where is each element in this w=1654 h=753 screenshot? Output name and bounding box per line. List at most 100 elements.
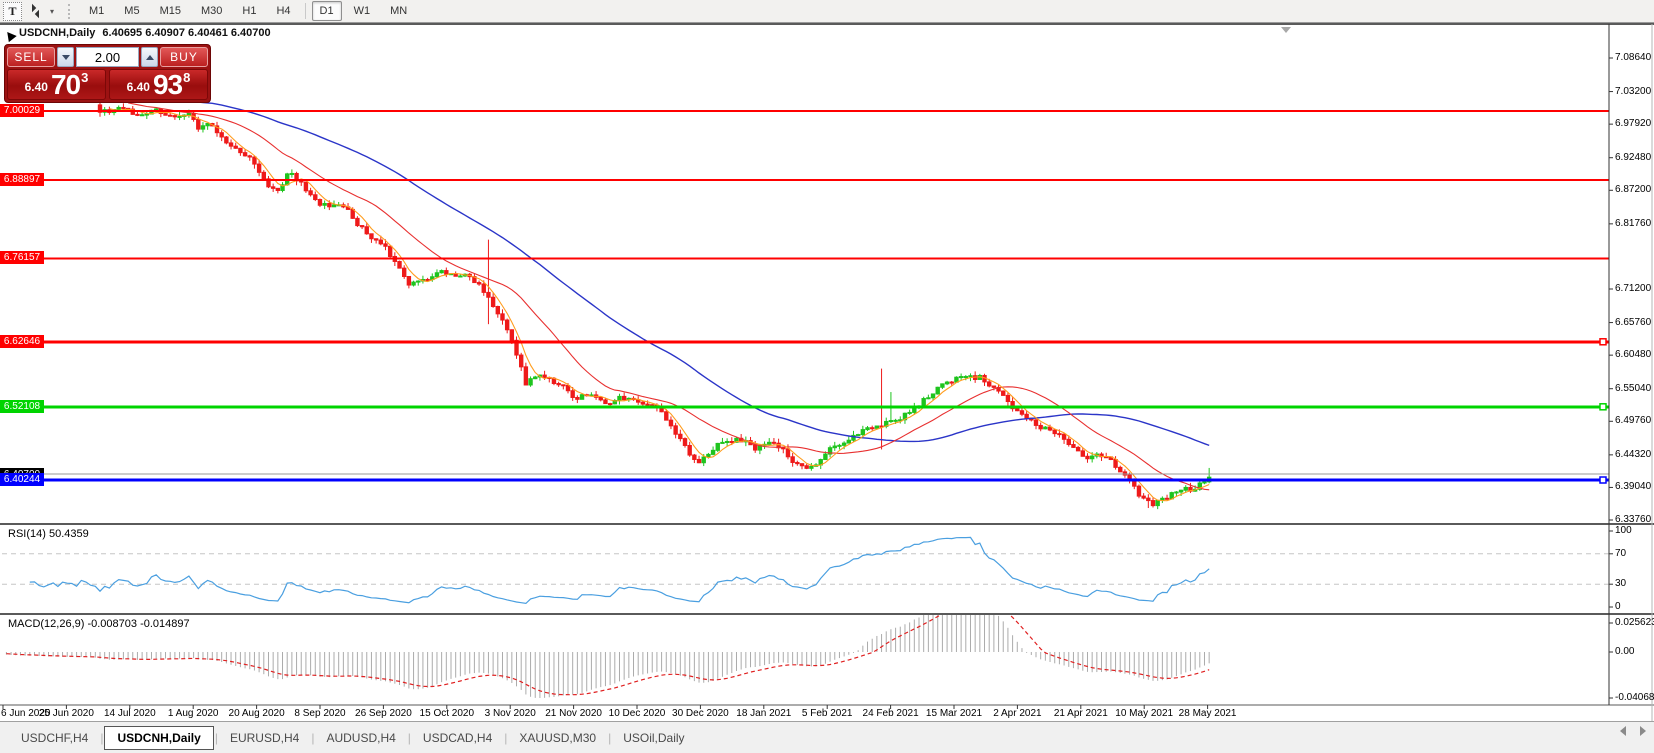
candle-body bbox=[117, 107, 120, 109]
candle-body bbox=[969, 376, 972, 377]
candle-body bbox=[716, 443, 719, 450]
macd-pane[interactable] bbox=[6, 596, 1209, 698]
candle-body bbox=[201, 126, 204, 129]
timeframe-button-h4[interactable]: H4 bbox=[268, 1, 298, 21]
volume-input[interactable] bbox=[76, 47, 139, 67]
candle-body bbox=[669, 420, 672, 426]
candle-body bbox=[786, 449, 789, 457]
candle-body bbox=[1114, 460, 1117, 468]
candle-body bbox=[304, 182, 307, 191]
toolbar-grip[interactable] bbox=[68, 4, 73, 19]
timeframe-button-m15[interactable]: M15 bbox=[152, 1, 189, 21]
chart-tab-usoil[interactable]: USOil,Daily bbox=[612, 727, 695, 749]
candle-body bbox=[861, 430, 864, 435]
candle-body bbox=[1002, 391, 1005, 395]
arrow-objects-icon[interactable] bbox=[26, 3, 48, 20]
candle-body bbox=[234, 146, 237, 148]
candle-body bbox=[262, 172, 265, 178]
candle-body bbox=[206, 124, 209, 126]
candle-body bbox=[496, 306, 499, 313]
candle-body bbox=[1165, 498, 1168, 499]
line-handle[interactable] bbox=[1600, 404, 1606, 410]
candle-body bbox=[271, 187, 274, 189]
candle-body bbox=[721, 442, 724, 443]
chart-shift-marker[interactable] bbox=[1281, 27, 1291, 33]
chevron-down-icon[interactable]: ▾ bbox=[50, 7, 60, 16]
rsi-pane[interactable] bbox=[2, 537, 1609, 603]
volume-increase-button[interactable] bbox=[141, 47, 158, 67]
buy-button[interactable]: BUY bbox=[160, 47, 208, 67]
timeframe-button-m1[interactable]: M1 bbox=[81, 1, 112, 21]
triangle-up-icon bbox=[146, 55, 154, 60]
candle-body bbox=[356, 218, 359, 225]
text-tool-button[interactable]: T bbox=[3, 2, 22, 21]
chart-tab-audusd[interactable]: AUDUSD,H4 bbox=[315, 727, 406, 749]
candle-body bbox=[796, 462, 799, 463]
candle-body bbox=[257, 164, 260, 172]
sell-button[interactable]: SELL bbox=[7, 47, 55, 67]
candle-body bbox=[856, 435, 859, 436]
line-handle[interactable] bbox=[2, 339, 8, 345]
candle-body bbox=[1203, 482, 1206, 483]
candle-body bbox=[1067, 439, 1070, 444]
sell-price-pips: 70 bbox=[51, 71, 80, 98]
candle-body bbox=[290, 173, 293, 174]
chart-canvas[interactable] bbox=[0, 0, 1654, 753]
sell-price-point: 3 bbox=[81, 70, 88, 85]
chart-tab-usdcad[interactable]: USDCAD,H4 bbox=[412, 727, 503, 749]
candle-body bbox=[871, 428, 874, 429]
candle-body bbox=[711, 450, 714, 454]
candle-body bbox=[941, 384, 944, 387]
tab-scroll-right-icon[interactable] bbox=[1640, 726, 1646, 736]
candle-body bbox=[534, 377, 537, 379]
candle-body bbox=[931, 394, 934, 398]
candle-body bbox=[791, 457, 794, 463]
candle-body bbox=[964, 377, 967, 378]
candle-body bbox=[1016, 409, 1019, 411]
candle-body bbox=[557, 384, 560, 385]
line-handle[interactable] bbox=[1600, 477, 1606, 483]
timeframe-button-m5[interactable]: M5 bbox=[116, 1, 147, 21]
buy-price-pips: 93 bbox=[153, 71, 182, 98]
candle-body bbox=[417, 281, 420, 282]
candle-body bbox=[608, 404, 611, 405]
timeframe-button-m30[interactable]: M30 bbox=[193, 1, 230, 21]
candle-body bbox=[122, 107, 125, 108]
timeframe-button-d1[interactable]: D1 bbox=[312, 1, 342, 21]
candle-body bbox=[1086, 456, 1089, 458]
price-pane[interactable] bbox=[98, 102, 1211, 510]
candle-body bbox=[945, 382, 948, 384]
timeframe-button-w1[interactable]: W1 bbox=[346, 1, 379, 21]
candle-body bbox=[384, 244, 387, 246]
timeframe-button-h1[interactable]: H1 bbox=[234, 1, 264, 21]
candle-body bbox=[197, 119, 200, 129]
rsi-line bbox=[30, 537, 1209, 603]
candle-body bbox=[618, 396, 621, 400]
candle-body bbox=[248, 156, 251, 157]
candle-body bbox=[599, 397, 602, 400]
volume-decrease-button[interactable] bbox=[57, 47, 74, 67]
buy-price-button[interactable]: 6.40 93 8 bbox=[109, 69, 208, 100]
line-handle[interactable] bbox=[1600, 339, 1606, 345]
chart-tab-xauusd[interactable]: XAUUSD,M30 bbox=[508, 727, 607, 749]
chart-tab-usdchf[interactable]: USDCHF,H4 bbox=[10, 727, 99, 749]
candle-body bbox=[838, 445, 841, 446]
candle-body bbox=[1025, 414, 1028, 418]
timeframe-button-mn[interactable]: MN bbox=[382, 1, 415, 21]
top-toolbar: T ▾ M1M5M15M30H1H4 D1W1MN bbox=[0, 0, 1654, 23]
candle-body bbox=[407, 276, 410, 285]
line-handle[interactable] bbox=[2, 404, 8, 410]
candle-body bbox=[173, 116, 176, 117]
candle-body bbox=[702, 457, 705, 463]
candle-body bbox=[1142, 496, 1145, 498]
tab-scroll-left-icon[interactable] bbox=[1620, 726, 1626, 736]
candle-body bbox=[520, 355, 523, 367]
candle-body bbox=[1034, 420, 1037, 425]
candle-body bbox=[1044, 427, 1047, 429]
ma-fast-line bbox=[109, 109, 1209, 501]
sell-price-button[interactable]: 6.40 70 3 bbox=[7, 69, 106, 100]
chart-tab-eurusd[interactable]: EURUSD,H4 bbox=[219, 727, 310, 749]
candle-body bbox=[253, 157, 256, 164]
line-handle[interactable] bbox=[2, 477, 8, 483]
chart-tab-usdcnh[interactable]: USDCNH,Daily bbox=[104, 726, 213, 750]
